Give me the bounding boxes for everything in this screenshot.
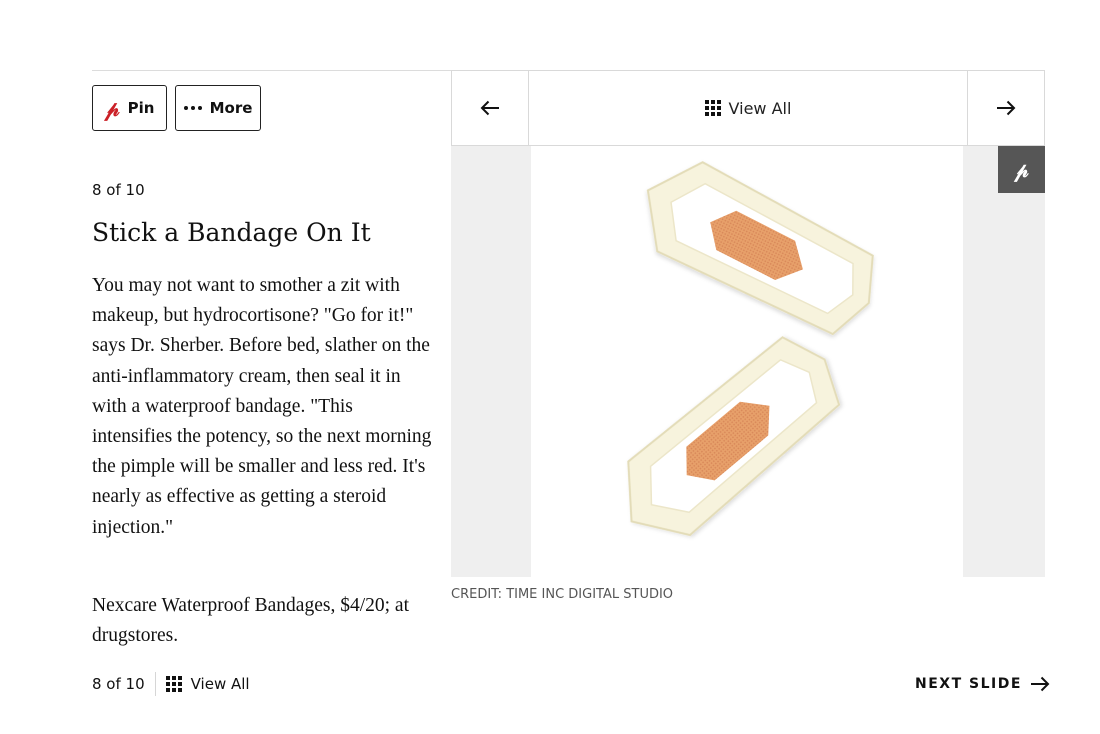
previous-slide-button[interactable]: [452, 71, 529, 145]
bottom-divider: [154, 672, 156, 696]
grid-icon: [704, 100, 721, 116]
gallery-nav-bar: View All: [451, 70, 1045, 146]
slide-image: [531, 146, 963, 577]
slide-title: Stick a Bandage On It: [92, 218, 371, 247]
more-dots-icon: [183, 106, 202, 110]
slide-body: You may not want to smother a zit with m…: [92, 275, 432, 538]
more-button[interactable]: More: [175, 85, 261, 131]
bottom-view-all-link[interactable]: View All: [165, 675, 250, 693]
pinterest-icon: 𝓅: [1014, 157, 1029, 182]
arrow-right-icon: [997, 100, 1016, 116]
pin-image-button[interactable]: 𝓅: [998, 146, 1045, 193]
bottom-view-all-label: View All: [190, 675, 250, 693]
slide-counter: 8 of 10: [92, 181, 145, 199]
product-info: Nexcare Waterproof Bandages, $4/20; at d…: [92, 595, 409, 647]
arrow-left-icon: [480, 100, 499, 116]
image-credit: CREDIT: TIME INC DIGITAL STUDIO: [451, 587, 674, 602]
more-button-label: More: [209, 99, 253, 117]
next-slide-arrow-button[interactable]: [967, 71, 1044, 145]
next-slide-link[interactable]: NEXT SLIDE: [915, 672, 1050, 696]
bottom-counter: 8 of 10: [92, 675, 145, 693]
arrow-right-icon: [1030, 676, 1050, 692]
view-all-label: View All: [728, 98, 792, 118]
bandages-photo: [627, 161, 874, 537]
bottom-nav: 8 of 10 View All: [92, 672, 250, 696]
grid-icon: [165, 676, 182, 692]
bandage-top: [646, 161, 874, 336]
pin-button[interactable]: 𝓅 Pin: [92, 85, 167, 131]
pin-button-label: Pin: [127, 99, 155, 117]
next-slide-label: NEXT SLIDE: [915, 676, 1022, 692]
bandage-bottom: [627, 336, 841, 537]
pinterest-icon: 𝓅: [104, 95, 120, 121]
top-divider: [92, 70, 452, 71]
view-all-button[interactable]: View All: [529, 71, 967, 145]
slide-image-frame: 𝓅: [451, 146, 1045, 577]
